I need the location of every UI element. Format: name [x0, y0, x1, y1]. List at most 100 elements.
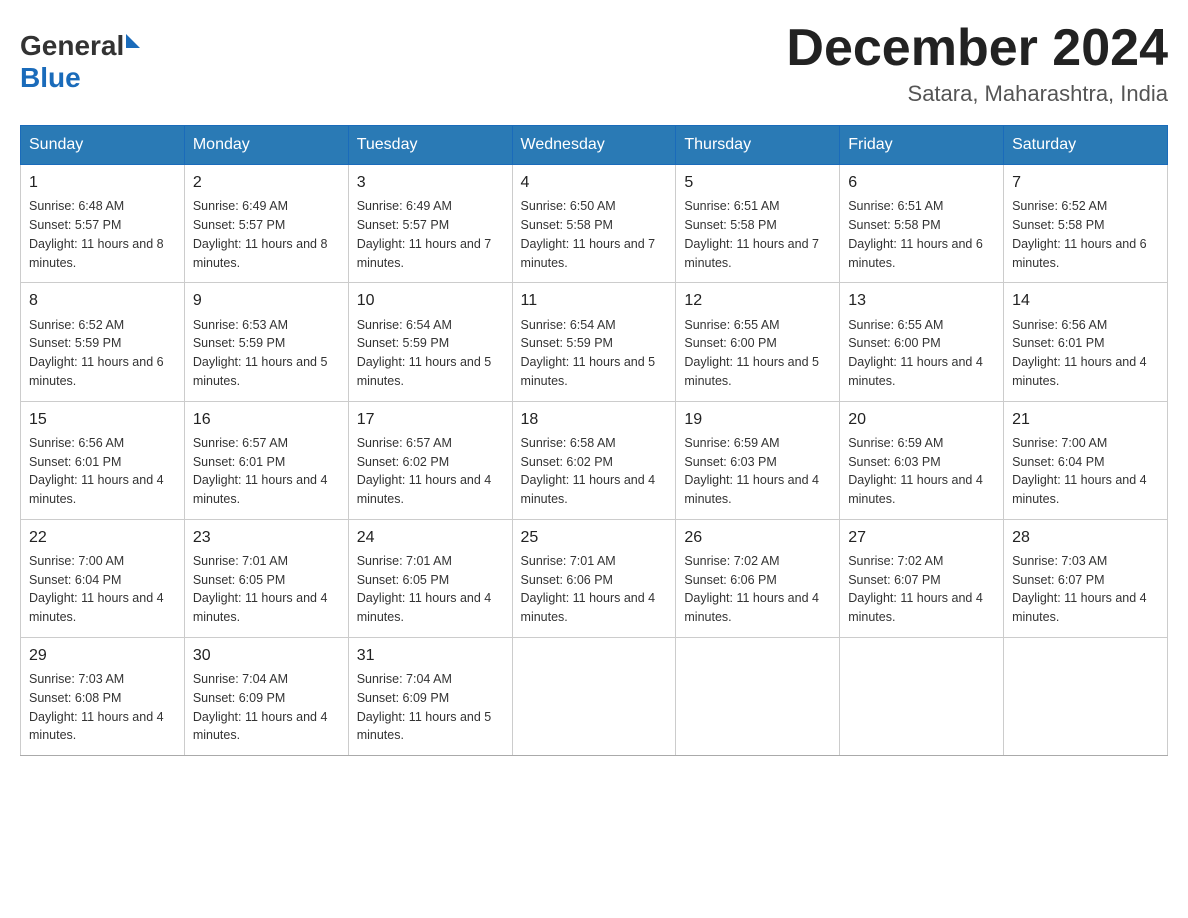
day-number: 23 [193, 526, 340, 549]
day-info: Sunrise: 6:59 AMSunset: 6:03 PMDaylight:… [684, 434, 831, 509]
day-number: 6 [848, 171, 995, 194]
day-info: Sunrise: 6:57 AMSunset: 6:02 PMDaylight:… [357, 434, 504, 509]
logo-triangle-icon [126, 34, 140, 48]
table-row: 21Sunrise: 7:00 AMSunset: 6:04 PMDayligh… [1004, 401, 1168, 519]
table-row: 24 Sunrise: 7:01 AMSunset: 6:05 PMDayligh… [348, 519, 512, 637]
day-number: 11 [521, 289, 668, 312]
table-row: 23 Sunrise: 7:01 AMSunset: 6:05 PMDayligh… [184, 519, 348, 637]
table-row [1004, 637, 1168, 755]
day-info: Sunrise: 7:01 AMSunset: 6:05 PMDaylight:… [193, 552, 340, 627]
day-header-row: Sunday Monday Tuesday Wednesday Thursday… [21, 126, 1168, 165]
table-row: 17 Sunrise: 6:57 AMSunset: 6:02 PMDayligh… [348, 401, 512, 519]
day-number: 2 [193, 171, 340, 194]
day-info: Sunrise: 6:51 AMSunset: 5:58 PMDaylight:… [848, 197, 995, 272]
table-row [840, 637, 1004, 755]
day-number: 21 [1012, 408, 1159, 431]
header-wednesday: Wednesday [512, 126, 676, 165]
day-info: Sunrise: 7:00 AMSunset: 6:04 PMDaylight:… [29, 552, 176, 627]
day-number: 27 [848, 526, 995, 549]
table-row: 13 Sunrise: 6:55 AMSunset: 6:00 PMDayligh… [840, 283, 1004, 401]
table-row: 22 Sunrise: 7:00 AMSunset: 6:04 PMDayligh… [21, 519, 185, 637]
table-row: 25Sunrise: 7:01 AMSunset: 6:06 PMDayligh… [512, 519, 676, 637]
header-friday: Friday [840, 126, 1004, 165]
table-row: 26 Sunrise: 7:02 AMSunset: 6:06 PMDayligh… [676, 519, 840, 637]
calendar-week-row: 29 Sunrise: 7:03 AMSunset: 6:08 PMDayligh… [21, 637, 1168, 755]
day-info: Sunrise: 6:56 AMSunset: 6:01 PMDaylight:… [1012, 316, 1159, 391]
table-row: 16 Sunrise: 6:57 AMSunset: 6:01 PMDayligh… [184, 401, 348, 519]
day-info: Sunrise: 6:54 AMSunset: 5:59 PMDaylight:… [357, 316, 504, 391]
header: General Blue December 2024 Satara, Mahar… [20, 20, 1168, 107]
day-info: Sunrise: 7:02 AMSunset: 6:06 PMDaylight:… [684, 552, 831, 627]
day-number: 3 [357, 171, 504, 194]
table-row: 20 Sunrise: 6:59 AMSunset: 6:03 PMDayligh… [840, 401, 1004, 519]
table-row: 14 Sunrise: 6:56 AMSunset: 6:01 PMDayligh… [1004, 283, 1168, 401]
header-saturday: Saturday [1004, 126, 1168, 165]
table-row: 11Sunrise: 6:54 AMSunset: 5:59 PMDayligh… [512, 283, 676, 401]
day-number: 31 [357, 644, 504, 667]
day-info: Sunrise: 6:55 AMSunset: 6:00 PMDaylight:… [848, 316, 995, 391]
table-row: 5 Sunrise: 6:51 AMSunset: 5:58 PMDaylight… [676, 165, 840, 283]
day-number: 18 [521, 408, 668, 431]
day-info: Sunrise: 6:51 AMSunset: 5:58 PMDaylight:… [684, 197, 831, 272]
day-info: Sunrise: 6:58 AMSunset: 6:02 PMDaylight:… [521, 434, 668, 509]
title-area: December 2024 Satara, Maharashtra, India [786, 20, 1168, 107]
calendar-table: Sunday Monday Tuesday Wednesday Thursday… [20, 125, 1168, 756]
day-info: Sunrise: 6:53 AMSunset: 5:59 PMDaylight:… [193, 316, 340, 391]
logo-blue-text: Blue [20, 62, 81, 94]
logo-general-text: General [20, 30, 124, 62]
day-info: Sunrise: 7:03 AMSunset: 6:08 PMDaylight:… [29, 670, 176, 745]
table-row: 3 Sunrise: 6:49 AMSunset: 5:57 PMDaylight… [348, 165, 512, 283]
table-row [512, 637, 676, 755]
day-info: Sunrise: 6:59 AMSunset: 6:03 PMDaylight:… [848, 434, 995, 509]
header-sunday: Sunday [21, 126, 185, 165]
day-info: Sunrise: 7:03 AMSunset: 6:07 PMDaylight:… [1012, 552, 1159, 627]
table-row: 9Sunrise: 6:53 AMSunset: 5:59 PMDaylight… [184, 283, 348, 401]
day-number: 10 [357, 289, 504, 312]
day-info: Sunrise: 6:48 AMSunset: 5:57 PMDaylight:… [29, 197, 176, 272]
day-number: 19 [684, 408, 831, 431]
day-number: 1 [29, 171, 176, 194]
table-row: 4 Sunrise: 6:50 AMSunset: 5:58 PMDaylight… [512, 165, 676, 283]
day-number: 12 [684, 289, 831, 312]
day-number: 22 [29, 526, 176, 549]
table-row: 28 Sunrise: 7:03 AMSunset: 6:07 PMDayligh… [1004, 519, 1168, 637]
day-info: Sunrise: 7:04 AMSunset: 6:09 PMDaylight:… [193, 670, 340, 745]
location-subtitle: Satara, Maharashtra, India [786, 81, 1168, 107]
month-year-title: December 2024 [786, 20, 1168, 77]
calendar-week-row: 1 Sunrise: 6:48 AMSunset: 5:57 PMDaylight… [21, 165, 1168, 283]
calendar-week-row: 8Sunrise: 6:52 AMSunset: 5:59 PMDaylight… [21, 283, 1168, 401]
day-number: 13 [848, 289, 995, 312]
table-row: 8Sunrise: 6:52 AMSunset: 5:59 PMDaylight… [21, 283, 185, 401]
day-info: Sunrise: 6:49 AMSunset: 5:57 PMDaylight:… [357, 197, 504, 272]
header-monday: Monday [184, 126, 348, 165]
day-number: 4 [521, 171, 668, 194]
day-number: 16 [193, 408, 340, 431]
logo: General Blue [20, 30, 140, 94]
day-number: 24 [357, 526, 504, 549]
day-info: Sunrise: 6:49 AMSunset: 5:57 PMDaylight:… [193, 197, 340, 272]
calendar-week-row: 22 Sunrise: 7:00 AMSunset: 6:04 PMDayligh… [21, 519, 1168, 637]
day-info: Sunrise: 7:01 AMSunset: 6:06 PMDaylight:… [521, 552, 668, 627]
day-number: 20 [848, 408, 995, 431]
day-info: Sunrise: 6:57 AMSunset: 6:01 PMDaylight:… [193, 434, 340, 509]
day-number: 17 [357, 408, 504, 431]
day-info: Sunrise: 6:55 AMSunset: 6:00 PMDaylight:… [684, 316, 831, 391]
day-number: 28 [1012, 526, 1159, 549]
table-row: 19 Sunrise: 6:59 AMSunset: 6:03 PMDayligh… [676, 401, 840, 519]
day-number: 15 [29, 408, 176, 431]
table-row: 12 Sunrise: 6:55 AMSunset: 6:00 PMDayligh… [676, 283, 840, 401]
day-number: 14 [1012, 289, 1159, 312]
day-info: Sunrise: 7:04 AMSunset: 6:09 PMDaylight:… [357, 670, 504, 745]
day-number: 5 [684, 171, 831, 194]
day-info: Sunrise: 7:01 AMSunset: 6:05 PMDaylight:… [357, 552, 504, 627]
header-tuesday: Tuesday [348, 126, 512, 165]
day-number: 7 [1012, 171, 1159, 194]
day-info: Sunrise: 6:52 AMSunset: 5:59 PMDaylight:… [29, 316, 176, 391]
day-info: Sunrise: 6:50 AMSunset: 5:58 PMDaylight:… [521, 197, 668, 272]
day-number: 26 [684, 526, 831, 549]
header-thursday: Thursday [676, 126, 840, 165]
table-row: 10 Sunrise: 6:54 AMSunset: 5:59 PMDayligh… [348, 283, 512, 401]
day-number: 29 [29, 644, 176, 667]
calendar-week-row: 15Sunrise: 6:56 AMSunset: 6:01 PMDayligh… [21, 401, 1168, 519]
table-row: 1 Sunrise: 6:48 AMSunset: 5:57 PMDaylight… [21, 165, 185, 283]
